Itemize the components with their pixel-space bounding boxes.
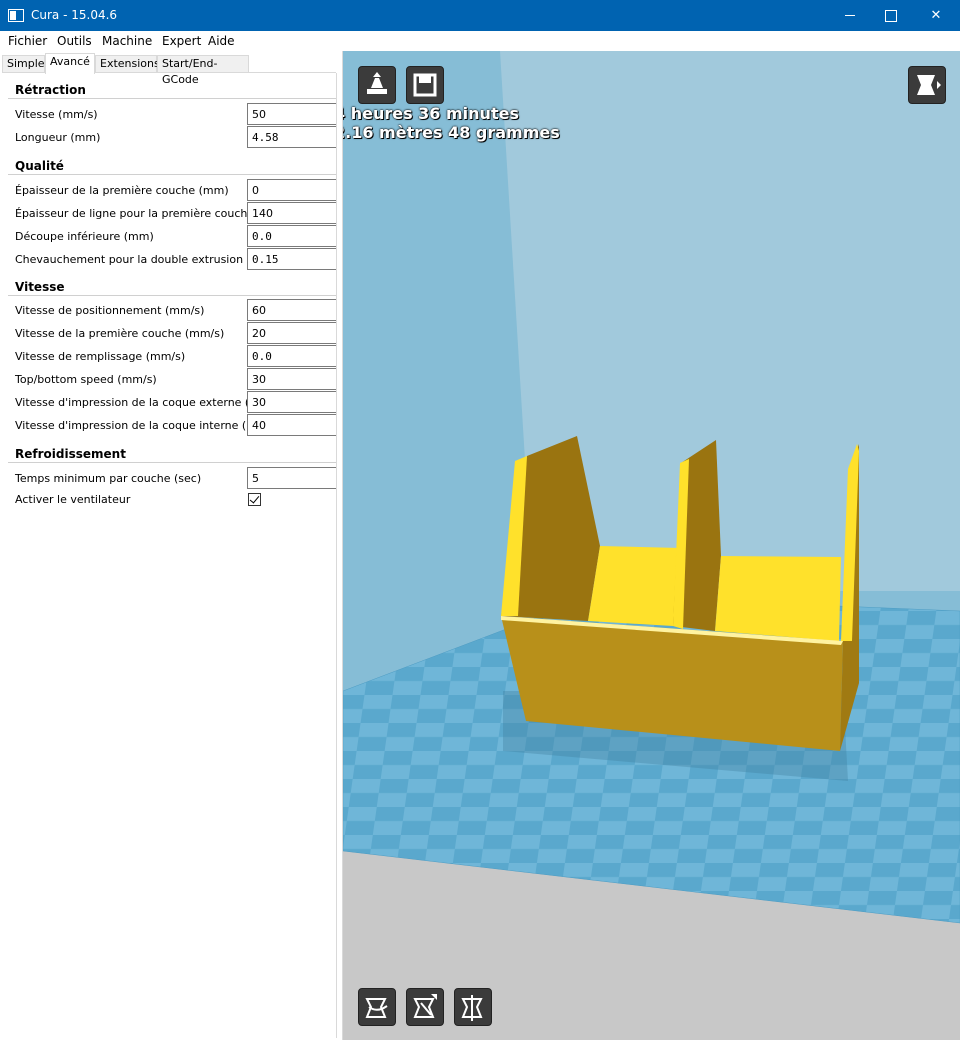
label-dual-extrusion-overlap: Chevauchement pour la double extrusion (…	[15, 253, 277, 266]
print-time: 4 heures 36 minutes	[343, 104, 519, 123]
mirror-button[interactable]	[454, 988, 492, 1026]
label-first-layer-thickness: Épaisseur de la première couche (mm)	[15, 184, 229, 197]
settings-tabs: Simple Avancé Extensions Start/End-GCode	[2, 53, 340, 86]
title-bar: Cura - 15.04.6 ✕	[0, 0, 960, 31]
section-refroidissement: Refroidissement	[15, 447, 126, 461]
input-retraction-length[interactable]: 4.58	[247, 126, 336, 148]
label-first-layer-line-width: Épaisseur de ligne pour la première couc…	[15, 207, 277, 220]
mirror-icon	[461, 995, 483, 1021]
rotate-icon	[365, 998, 388, 1018]
input-inner-shell-speed[interactable]: 40	[247, 414, 336, 436]
section-rule	[8, 98, 336, 99]
label-travel-speed: Vitesse de positionnement (mm/s)	[15, 304, 205, 317]
scale-icon	[413, 994, 437, 1018]
label-top-bottom-speed: Top/bottom speed (mm/s)	[15, 373, 157, 386]
label-first-layer-speed: Vitesse de la première couche (mm/s)	[15, 327, 225, 340]
label-enable-fan: Activer le ventilateur	[15, 493, 131, 506]
section-rule	[8, 174, 336, 175]
input-minimal-layer-time[interactable]: 5	[247, 467, 336, 489]
settings-panel: Simple Avancé Extensions Start/End-GCode…	[0, 51, 343, 1040]
save-gcode-button[interactable]	[406, 66, 444, 104]
view-mode-button[interactable]	[908, 66, 946, 104]
window-title: Cura - 15.04.6	[31, 8, 118, 22]
print-info: 4 heures 36 minutes 2.16 mètres 48 gramm…	[343, 104, 569, 142]
3d-viewport[interactable]: 4 heures 36 minutes 2.16 mètres 48 gramm…	[343, 51, 960, 1040]
section-rule	[8, 462, 336, 463]
menu-aide[interactable]: Aide	[208, 34, 235, 48]
model-floor-right	[715, 556, 841, 641]
input-retraction-speed[interactable]: 50	[247, 103, 336, 125]
menu-bar: Fichier Outils Machine Expert Aide	[0, 31, 960, 51]
load-model-button[interactable]	[358, 66, 396, 104]
label-cut-off-bottom: Découpe inférieure (mm)	[15, 230, 154, 243]
label-outer-shell-speed: Vitesse d'impression de la coque externe…	[15, 396, 285, 409]
input-outer-shell-speed[interactable]: 30	[247, 391, 336, 413]
menu-machine[interactable]: Machine	[102, 34, 152, 48]
tab-simple[interactable]: Simple	[2, 55, 45, 73]
label-inner-shell-speed: Vitesse d'impression de la coque interne…	[15, 419, 282, 432]
checkbox-enable-fan[interactable]	[248, 493, 261, 506]
label-minimal-layer-time: Temps minimum par couche (sec)	[15, 472, 202, 485]
menu-outils[interactable]: Outils	[57, 34, 92, 48]
label-retraction-speed: Vitesse (mm/s)	[15, 108, 98, 121]
menu-fichier[interactable]: Fichier	[8, 34, 47, 48]
close-button[interactable]: ✕	[913, 0, 959, 31]
input-cut-off-bottom[interactable]: 0.0	[247, 225, 336, 247]
view-mode-icon	[917, 75, 941, 95]
section-vitesse: Vitesse	[15, 280, 65, 294]
load-model-icon	[367, 72, 387, 94]
input-first-layer-speed[interactable]: 20	[247, 322, 336, 344]
tab-start-end-gcode[interactable]: Start/End-GCode	[157, 55, 249, 86]
maximize-button[interactable]	[867, 0, 913, 31]
save-gcode-icon	[413, 73, 437, 97]
section-qualite: Qualité	[15, 159, 64, 173]
input-first-layer-thickness[interactable]: 0	[247, 179, 336, 201]
label-retraction-length: Longueur (mm)	[15, 131, 101, 144]
section-retraction: Rétraction	[15, 83, 86, 97]
scene	[343, 51, 960, 1040]
filament-usage: 2.16 mètres 48 grammes	[343, 123, 560, 142]
input-top-bottom-speed[interactable]: 30	[247, 368, 336, 390]
panel-edge	[336, 73, 337, 1038]
tab-extensions[interactable]: Extensions	[95, 55, 160, 73]
section-rule	[8, 295, 336, 296]
label-infill-speed: Vitesse de remplissage (mm/s)	[15, 350, 186, 363]
app-icon	[8, 9, 24, 22]
rotate-button[interactable]	[358, 988, 396, 1026]
model-floor-left	[588, 546, 681, 626]
menu-expert[interactable]: Expert	[162, 34, 201, 48]
tab-avance[interactable]: Avancé	[45, 53, 95, 74]
input-travel-speed[interactable]: 60	[247, 299, 336, 321]
input-infill-speed[interactable]: 0.0	[247, 345, 336, 367]
scale-button[interactable]	[406, 988, 444, 1026]
input-first-layer-line-width[interactable]: 140	[247, 202, 336, 224]
input-dual-extrusion-overlap[interactable]: 0.15	[247, 248, 336, 270]
